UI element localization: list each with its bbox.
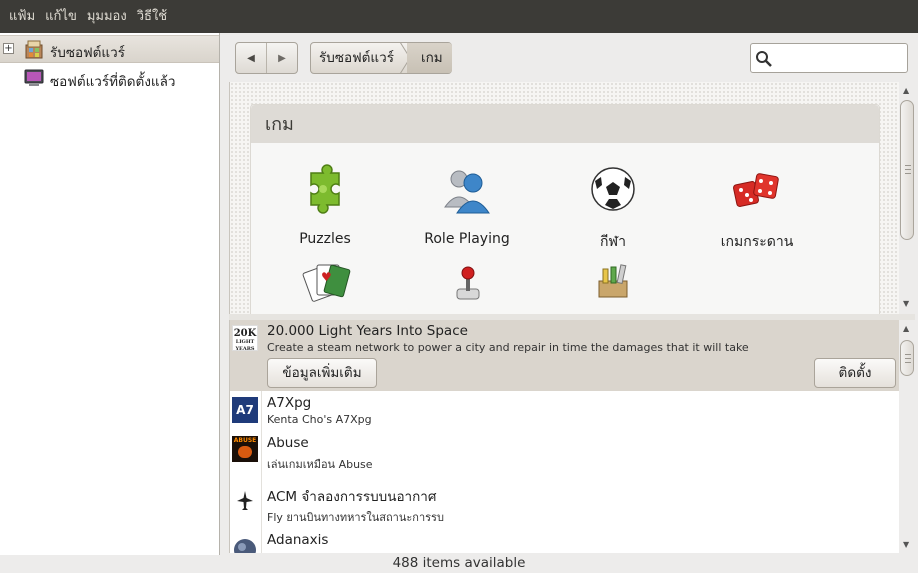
- status-bar: 488 items available: [0, 555, 918, 573]
- category-label: กีฬา: [600, 234, 626, 250]
- search-field[interactable]: [750, 43, 908, 73]
- app-logo-text: LIGHT: [235, 339, 255, 345]
- category-arcade[interactable]: [397, 255, 537, 314]
- menu-edit[interactable]: แก้ไข: [40, 0, 82, 33]
- scroll-up-icon[interactable]: ▲: [903, 86, 909, 95]
- menubar: แฟ้ม แก้ไข มุมมอง วิธีใช้: [0, 0, 918, 33]
- items-count: 488 items available: [392, 555, 526, 571]
- sidebar-item-label: ซอฟต์แวร์ที่ติดตั้งแล้ว: [50, 74, 176, 90]
- app-logo-text: 20K: [233, 328, 257, 339]
- dice-icon: [733, 173, 779, 207]
- install-button[interactable]: ติดตั้ง: [814, 358, 896, 388]
- airplane-icon: [237, 491, 253, 510]
- app-name: ACM จำลองการรบบนอากาศ: [267, 489, 437, 505]
- category-label: เกมกระดาน: [720, 234, 794, 250]
- app-logo-icon: 20K LIGHT YEARS: [232, 325, 258, 352]
- category-label: Role Playing: [424, 231, 510, 247]
- history-nav: ◀ ▶: [235, 42, 298, 74]
- app-name: Abuse: [267, 435, 309, 451]
- app-summary: Fly ยานบินทางทหารในสถานะการรบ: [267, 511, 444, 524]
- scroll-down-icon[interactable]: ▼: [903, 299, 909, 308]
- app-list-scrollbar[interactable]: ▲ ▼: [899, 320, 915, 553]
- toolbox-icon: [598, 264, 628, 298]
- breadcrumb-games[interactable]: เกม: [407, 43, 452, 73]
- menu-help[interactable]: วิธีใช้: [132, 0, 172, 33]
- app-name: Adanaxis: [267, 532, 329, 548]
- list-item[interactable]: ACM จำลองการรบบนอากาศ Fly ยานบินทางทหารใ…: [230, 480, 899, 530]
- list-item-selected[interactable]: 20K LIGHT YEARS 20.000 Light Years Into …: [230, 320, 899, 391]
- scroll-thumb[interactable]: [900, 100, 914, 240]
- sidebar-item-label: รับซอฟต์แวร์: [50, 45, 125, 61]
- menu-view[interactable]: มุมมอง: [82, 0, 132, 33]
- app-abuse-icon: ABUSE: [232, 436, 258, 462]
- sidebar-splitter[interactable]: [221, 33, 228, 555]
- app-a7xpg-icon: A7: [232, 397, 258, 423]
- breadcrumb-get-software[interactable]: รับซอฟต์แวร์: [319, 43, 394, 73]
- category-title: เกม: [251, 105, 879, 143]
- category-label: Puzzles: [299, 231, 351, 247]
- app-name: A7Xpg: [267, 395, 312, 411]
- category-board-games[interactable]: เกมกระดาน: [687, 163, 827, 253]
- monitor-icon: [24, 69, 44, 86]
- app-list: 20K LIGHT YEARS 20.000 Light Years Into …: [229, 320, 899, 553]
- soccer-ball-icon: [591, 167, 635, 211]
- puzzle-icon: [310, 164, 340, 214]
- category-sports[interactable]: กีฬา: [543, 163, 683, 253]
- playing-cards-icon: ♥: [302, 264, 351, 302]
- software-center-icon: [25, 40, 43, 59]
- scroll-up-icon[interactable]: ▲: [903, 324, 909, 333]
- scroll-thumb[interactable]: [900, 340, 914, 376]
- menu-file[interactable]: แฟ้ม: [4, 0, 40, 33]
- scroll-down-icon[interactable]: ▼: [903, 540, 909, 549]
- search-icon: [756, 51, 772, 67]
- search-input[interactable]: [775, 48, 903, 68]
- app-logo-text: ABUSE: [233, 437, 257, 444]
- breadcrumb: รับซอฟต์แวร์ เกม: [310, 42, 452, 74]
- category-toys[interactable]: [543, 255, 683, 314]
- planet-icon: [234, 539, 256, 553]
- sidebar: + รับซอฟต์แวร์ ซอฟต์แวร์ที่ติดตั้งแล้ว: [0, 33, 220, 555]
- expander-icon[interactable]: +: [3, 43, 14, 54]
- svg-text:♥: ♥: [321, 270, 332, 284]
- role-playing-icon: [444, 170, 490, 214]
- category-puzzles[interactable]: Puzzles: [255, 163, 395, 247]
- back-button[interactable]: ◀: [236, 43, 267, 73]
- sidebar-item-installed[interactable]: ซอฟต์แวร์ที่ติดตั้งแล้ว: [0, 64, 219, 92]
- sidebar-item-get-software[interactable]: + รับซอฟต์แวร์: [0, 35, 219, 63]
- joystick-icon: [456, 266, 480, 300]
- category-card: เกม Puzzles Role Playing กีฬา เกมกระดาน …: [250, 104, 880, 314]
- category-card-games[interactable]: ♥: [255, 255, 395, 314]
- category-scrollbar[interactable]: ▲ ▼: [899, 82, 915, 314]
- app-summary: เล่นเกมเหมือน Abuse: [267, 458, 373, 471]
- app-logo-text: YEARS: [235, 346, 255, 352]
- list-item[interactable]: ABUSE Abuse เล่นเกมเหมือน Abuse: [230, 432, 899, 480]
- more-info-button[interactable]: ข้อมูลเพิ่มเติม: [267, 358, 377, 388]
- forward-button[interactable]: ▶: [267, 43, 297, 73]
- app-summary: Kenta Cho's A7Xpg: [267, 413, 372, 426]
- app-name: 20.000 Light Years Into Space: [267, 323, 468, 339]
- list-item[interactable]: A7 A7Xpg Kenta Cho's A7Xpg: [230, 392, 899, 432]
- category-pane: เกม Puzzles Role Playing กีฬา เกมกระดาน …: [229, 82, 899, 314]
- category-role-playing[interactable]: Role Playing: [397, 163, 537, 247]
- list-item[interactable]: Adanaxis: [230, 530, 899, 553]
- app-summary: Create a steam network to power a city a…: [267, 341, 749, 354]
